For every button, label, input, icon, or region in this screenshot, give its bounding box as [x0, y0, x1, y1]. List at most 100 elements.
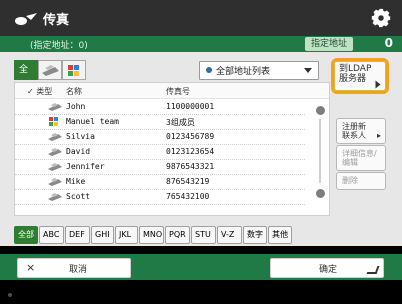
index-mno-label: MNO	[143, 230, 163, 239]
tab-group[interactable]	[62, 60, 86, 80]
list-item-name: Manuel team	[66, 117, 119, 126]
chevron-right-icon: ▸	[376, 131, 381, 140]
register-contact-button[interactable]: 注册新 联系人 ▸	[336, 118, 386, 144]
index-numbers-button[interactable]: 数字	[243, 226, 267, 244]
cancel-button[interactable]: × 取消	[17, 258, 131, 278]
top-header: 传真	[0, 0, 402, 36]
fax-icon	[48, 163, 62, 171]
status-dot-icon	[8, 293, 12, 297]
destination-label: 指定地址	[304, 37, 353, 51]
delete-label: 删除	[342, 176, 358, 185]
list-item[interactable]: David 0123123654	[15, 144, 305, 160]
fax-icon	[48, 178, 62, 186]
ok-button[interactable]: 确定	[270, 258, 384, 278]
index-def-button[interactable]: DEF	[65, 226, 90, 244]
fax-icon	[42, 65, 59, 76]
index-jkl-button[interactable]: JKL	[115, 226, 138, 244]
chevron-down-icon	[304, 68, 312, 73]
list-item-name: Silvia	[66, 132, 95, 141]
status-bar: (指定地址：0) 指定地址 0	[0, 36, 402, 52]
details-edit-line1: 详细信息/	[342, 149, 377, 158]
ldap-register-button[interactable]: 到LDAP 服务器	[331, 58, 389, 94]
address-list-select-value: 全部地址列表	[216, 67, 271, 77]
list-item-dest: 3组成员	[166, 118, 195, 127]
cancel-label: 取消	[69, 265, 88, 275]
address-list-select[interactable]: 全部地址列表	[199, 61, 319, 80]
list-item-name: Jennifer	[66, 162, 105, 171]
group-icon	[68, 65, 79, 76]
fax-icon	[48, 148, 62, 156]
scroll-track[interactable]	[319, 119, 321, 183]
index-abc-button[interactable]: ABC	[39, 226, 64, 244]
close-icon: ×	[26, 261, 36, 274]
index-mno-button[interactable]: MNO	[139, 226, 164, 244]
group-icon	[49, 117, 58, 126]
register-contact-line2: 联系人	[342, 131, 366, 140]
list-item[interactable]: Manuel team 3组成员	[15, 114, 305, 130]
index-other-label: 其他	[272, 230, 288, 239]
gear-icon[interactable]	[370, 7, 392, 29]
list-scrollbar[interactable]	[311, 99, 328, 213]
index-numbers-label: 数字	[247, 230, 263, 239]
ldap-register-label: 到LDAP 服务器	[339, 64, 371, 84]
scroll-up-icon[interactable]	[316, 106, 325, 115]
list-item[interactable]: Mike 876543219	[15, 174, 305, 190]
register-contact-line1: 注册新	[342, 122, 366, 131]
list-item[interactable]: Scott 765432100	[15, 189, 305, 205]
fax-icon	[48, 133, 62, 141]
fax-logo-icon	[15, 13, 37, 25]
tab-fax[interactable]	[38, 60, 62, 80]
selected-count-text: (指定地址：0)	[30, 41, 88, 51]
index-vz-label: V-Z	[221, 230, 235, 239]
list-item-dest: 0123123654	[166, 147, 215, 156]
scroll-down-icon[interactable]	[316, 189, 325, 198]
index-pqr-label: PQR	[169, 230, 186, 239]
index-def-label: DEF	[69, 230, 85, 239]
index-stu-label: STU	[195, 230, 211, 239]
index-ghi-button[interactable]: GHI	[91, 226, 114, 244]
list-item-dest: 1100000001	[166, 102, 215, 111]
list-item-name: Scott	[66, 192, 91, 201]
fax-icon	[48, 103, 62, 111]
register-contact-label: 注册新 联系人	[342, 122, 366, 140]
chevron-right-icon	[375, 80, 381, 89]
col-type: ✓ 类型	[27, 87, 53, 96]
ldap-register-line1: 到LDAP	[339, 64, 372, 74]
ok-label: 确定	[319, 265, 338, 275]
delete-button[interactable]: 删除	[336, 172, 386, 190]
index-stu-button[interactable]: STU	[191, 226, 216, 244]
list-item-dest: 765432100	[166, 192, 210, 201]
list-item[interactable]: John 1100000001	[15, 99, 305, 115]
index-vz-button[interactable]: V-Z	[217, 226, 242, 244]
list-dot-icon	[206, 67, 212, 73]
details-edit-button[interactable]: 详细信息/ 编辑	[336, 145, 386, 171]
index-ghi-label: GHI	[95, 230, 110, 239]
col-dest: 传真号	[166, 87, 190, 96]
list-item-name: John	[66, 102, 86, 111]
list-item-dest: 0123456789	[166, 132, 215, 141]
list-item-name: David	[66, 147, 91, 156]
index-pqr-button[interactable]: PQR	[165, 226, 190, 244]
fax-icon	[48, 193, 62, 201]
details-edit-line2: 编辑	[342, 158, 358, 167]
index-all-button[interactable]: 全部	[14, 226, 38, 244]
fax-address-book-screen: 传真 (指定地址：0) 指定地址 0 全部	[0, 0, 402, 304]
ldap-register-line2: 服务器	[339, 74, 367, 84]
col-name: 名称	[66, 87, 82, 96]
index-abc-label: ABC	[43, 230, 60, 239]
bottom-bar	[0, 280, 402, 304]
details-edit-label: 详细信息/ 编辑	[342, 149, 377, 167]
list-item-name: Mike	[66, 177, 86, 186]
list-item[interactable]: Jennifer 9876543321	[15, 159, 305, 175]
index-other-button[interactable]: 其他	[268, 226, 292, 244]
list-item[interactable]: Silvia 0123456789	[15, 129, 305, 145]
enter-icon	[366, 266, 380, 274]
list-item-dest: 9876543321	[166, 162, 215, 171]
app-title: 传真	[43, 13, 70, 28]
index-jkl-label: JKL	[119, 230, 132, 239]
address-list: ✓ 类型 名称 传真号 John 1100000001 Manuel team …	[14, 82, 330, 216]
list-item-dest: 876543219	[166, 177, 210, 186]
list-header: ✓ 类型 名称 传真号	[15, 83, 329, 99]
tab-all[interactable]: 全部	[14, 60, 38, 93]
index-all-label: 全部	[18, 230, 34, 239]
